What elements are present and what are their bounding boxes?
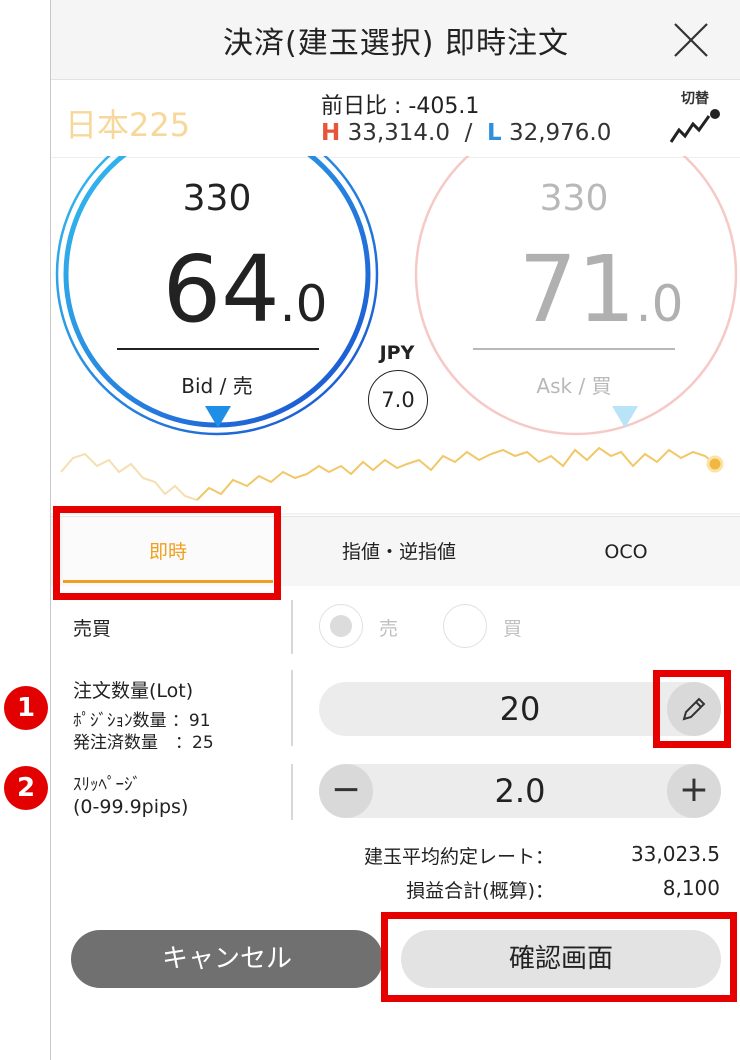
radio-buy[interactable] xyxy=(443,604,487,648)
ask-decimal: .0 xyxy=(635,275,684,333)
bid-divider xyxy=(117,348,319,350)
radio-dot xyxy=(330,615,352,637)
highlight-box-edit-button xyxy=(653,670,731,748)
row-divider xyxy=(291,600,293,654)
currency-label: JPY xyxy=(379,342,415,364)
side-label: 売買 xyxy=(73,618,112,640)
pnl-label: 損益合計(概算)： xyxy=(406,880,554,902)
instrument-info: 日本225 前日比 : -405.1 H 33,314.0 / L 32,976… xyxy=(51,80,740,158)
ask-top-digits: 330 xyxy=(539,178,609,219)
high-low: H 33,314.0 / L 32,976.0 xyxy=(321,120,611,146)
close-icon[interactable] xyxy=(671,20,711,60)
order-panel: 決済(建玉選択) 即時注文 日本225 前日比 : -405.1 H 33,31… xyxy=(50,0,740,1060)
row-divider xyxy=(291,670,293,746)
radio-sell-label: 売 xyxy=(379,618,399,640)
ask-main-digits: 71 xyxy=(518,236,636,343)
day-change: 前日比 : -405.1 xyxy=(321,94,480,119)
slippage-label: ｽﾘｯﾍﾟｰｼﾞ xyxy=(73,775,141,795)
switch-label: 切替 xyxy=(681,91,709,107)
bid-decimal: .0 xyxy=(279,275,328,333)
tab-oco[interactable]: OCO xyxy=(581,517,671,587)
cancel-button[interactable]: キャンセル xyxy=(71,930,383,988)
radio-sell[interactable] xyxy=(319,604,363,648)
instrument-name: 日本225 xyxy=(65,106,191,144)
chart-trend-icon xyxy=(669,109,720,143)
slippage-minus-button[interactable]: − xyxy=(319,764,373,818)
bid-top-digits: 330 xyxy=(182,178,252,219)
hl-separator: / xyxy=(464,120,473,146)
slippage-range: (0-99.9pips) xyxy=(73,796,189,818)
avg-rate-value: 33,023.5 xyxy=(630,842,720,866)
tab-limit-stop[interactable]: 指値・逆指値 xyxy=(309,517,489,587)
dialog-header: 決済(建玉選択) 即時注文 xyxy=(51,0,740,80)
bid-main-digits: 64 xyxy=(162,236,280,343)
pnl-value: 8,100 xyxy=(662,876,720,900)
row-divider xyxy=(291,764,293,820)
slippage-input[interactable]: 2.0 xyxy=(319,764,721,818)
ask-label: Ask / 買 xyxy=(536,374,612,398)
low-value: 32,976.0 xyxy=(508,120,612,146)
highlight-box-instant-tab xyxy=(53,506,281,600)
slippage-plus-button[interactable]: + xyxy=(667,764,721,818)
high-label: H xyxy=(321,120,341,146)
bid-price: 64.0 xyxy=(115,236,375,343)
radio-buy-label: 買 xyxy=(503,618,523,640)
annotation-badge-1: 1 xyxy=(4,686,48,730)
ask-divider xyxy=(473,348,675,350)
annotation-badge-2: 2 xyxy=(4,766,48,810)
bid-label: Bid / 売 xyxy=(181,374,253,398)
slippage-value: 2.0 xyxy=(494,772,546,810)
dialog-title: 決済(建玉選択) 即時注文 xyxy=(223,26,569,61)
price-sparkline xyxy=(51,446,740,515)
highlight-box-confirm-button xyxy=(381,912,737,1002)
avg-rate-label: 建玉平均約定レート： xyxy=(363,846,554,868)
chart-switch-button[interactable]: 切替 xyxy=(665,88,725,150)
ask-price: 71.0 xyxy=(471,236,731,343)
spread-badge: 7.0 xyxy=(368,370,428,430)
high-value: 33,314.0 xyxy=(347,120,450,146)
qty-label: 注文数量(Lot) xyxy=(73,680,194,702)
low-label: L xyxy=(486,120,502,146)
ordered-qty: 発注済数量 ：25 xyxy=(73,733,214,753)
